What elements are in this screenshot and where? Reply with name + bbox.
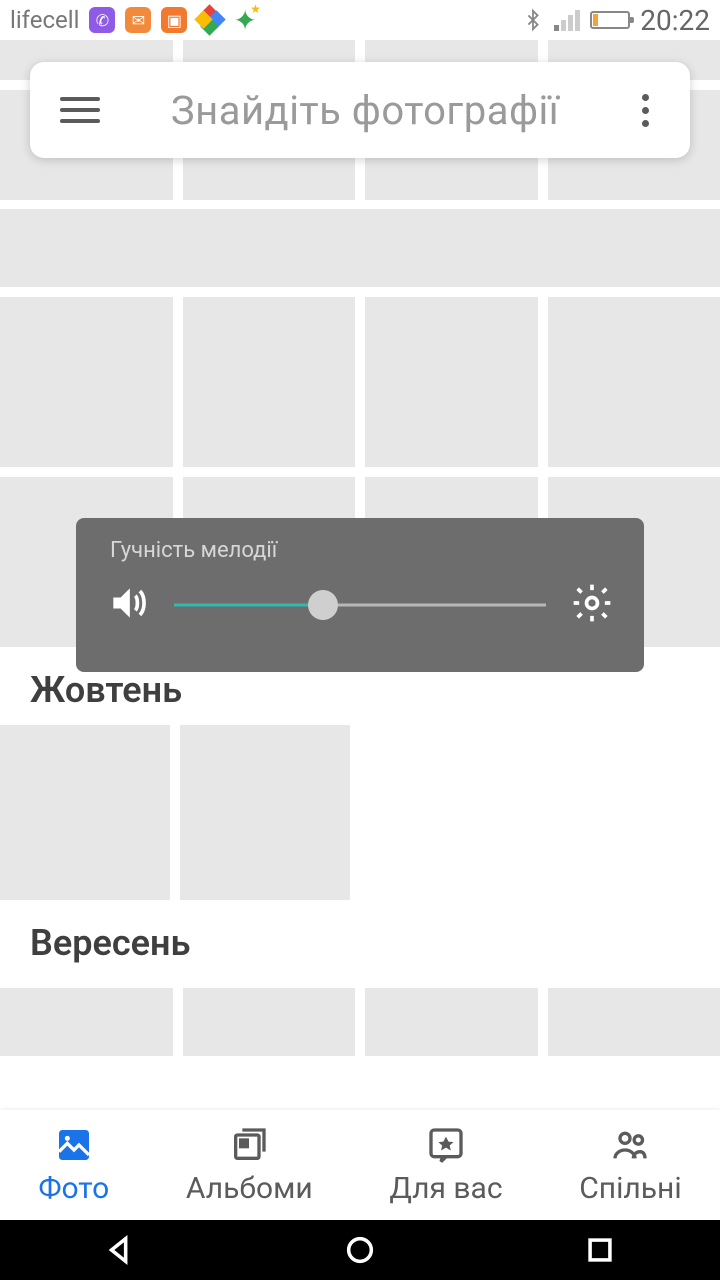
play-services-tray-icon: ✦: [233, 4, 256, 37]
tab-label: Фото: [38, 1171, 109, 1206]
photo-thumbnail[interactable]: [183, 988, 356, 1056]
speaker-icon[interactable]: [106, 581, 150, 629]
battery-icon: [590, 11, 630, 29]
settings-gear-icon[interactable]: [570, 581, 614, 629]
volume-thumb[interactable]: [308, 590, 338, 620]
tab-label: Для вас: [389, 1171, 502, 1206]
hamburger-menu-icon[interactable]: [60, 97, 100, 123]
home-nav-icon[interactable]: [343, 1233, 377, 1267]
google-photos-tray-icon: [197, 7, 223, 33]
bottom-tab-bar: Фото Альбоми Для вас Спільні: [0, 1110, 720, 1220]
tab-shared[interactable]: Спільні: [579, 1125, 681, 1206]
tab-albums[interactable]: Альбоми: [186, 1125, 313, 1206]
photo-thumbnail[interactable]: [548, 988, 720, 1056]
signal-icon: [554, 9, 580, 31]
photo-thumbnail[interactable]: [548, 297, 720, 467]
shop-tray-icon: ▣: [161, 7, 187, 33]
month-heading-september: Вересень: [0, 900, 720, 978]
volume-overlay: Гучність мелодії: [76, 518, 644, 672]
tab-photos[interactable]: Фото: [38, 1125, 109, 1206]
photo-thumbnail[interactable]: [0, 297, 173, 467]
tab-for-you[interactable]: Для вас: [389, 1125, 502, 1206]
volume-label: Гучність мелодії: [110, 538, 614, 563]
more-options-icon[interactable]: [630, 94, 660, 127]
back-nav-icon[interactable]: [103, 1233, 137, 1267]
status-bar: lifecell ✆ ✉ ▣ ✦ 20:22: [0, 0, 720, 40]
bluetooth-icon: [522, 7, 544, 33]
tab-label: Спільні: [579, 1171, 681, 1206]
clock-label: 20:22: [640, 4, 710, 37]
volume-slider[interactable]: [174, 590, 546, 620]
photo-thumbnail[interactable]: [0, 209, 720, 287]
search-bar[interactable]: Знайдіть фотографії: [30, 62, 690, 158]
android-nav-bar: [0, 1220, 720, 1280]
photo-thumbnail[interactable]: [365, 988, 538, 1056]
viber-tray-icon: ✆: [89, 7, 115, 33]
photo-thumbnail[interactable]: [0, 725, 170, 900]
photo-thumbnail[interactable]: [0, 988, 173, 1056]
tab-label: Альбоми: [186, 1171, 313, 1206]
recents-nav-icon[interactable]: [583, 1233, 617, 1267]
photo-thumbnail[interactable]: [180, 725, 350, 900]
message-tray-icon: ✉: [125, 7, 151, 33]
volume-track-fill: [174, 604, 323, 607]
search-placeholder[interactable]: Знайдіть фотографії: [100, 87, 630, 134]
carrier-label: lifecell: [10, 6, 79, 34]
photo-thumbnail[interactable]: [365, 297, 538, 467]
photo-thumbnail[interactable]: [183, 297, 356, 467]
